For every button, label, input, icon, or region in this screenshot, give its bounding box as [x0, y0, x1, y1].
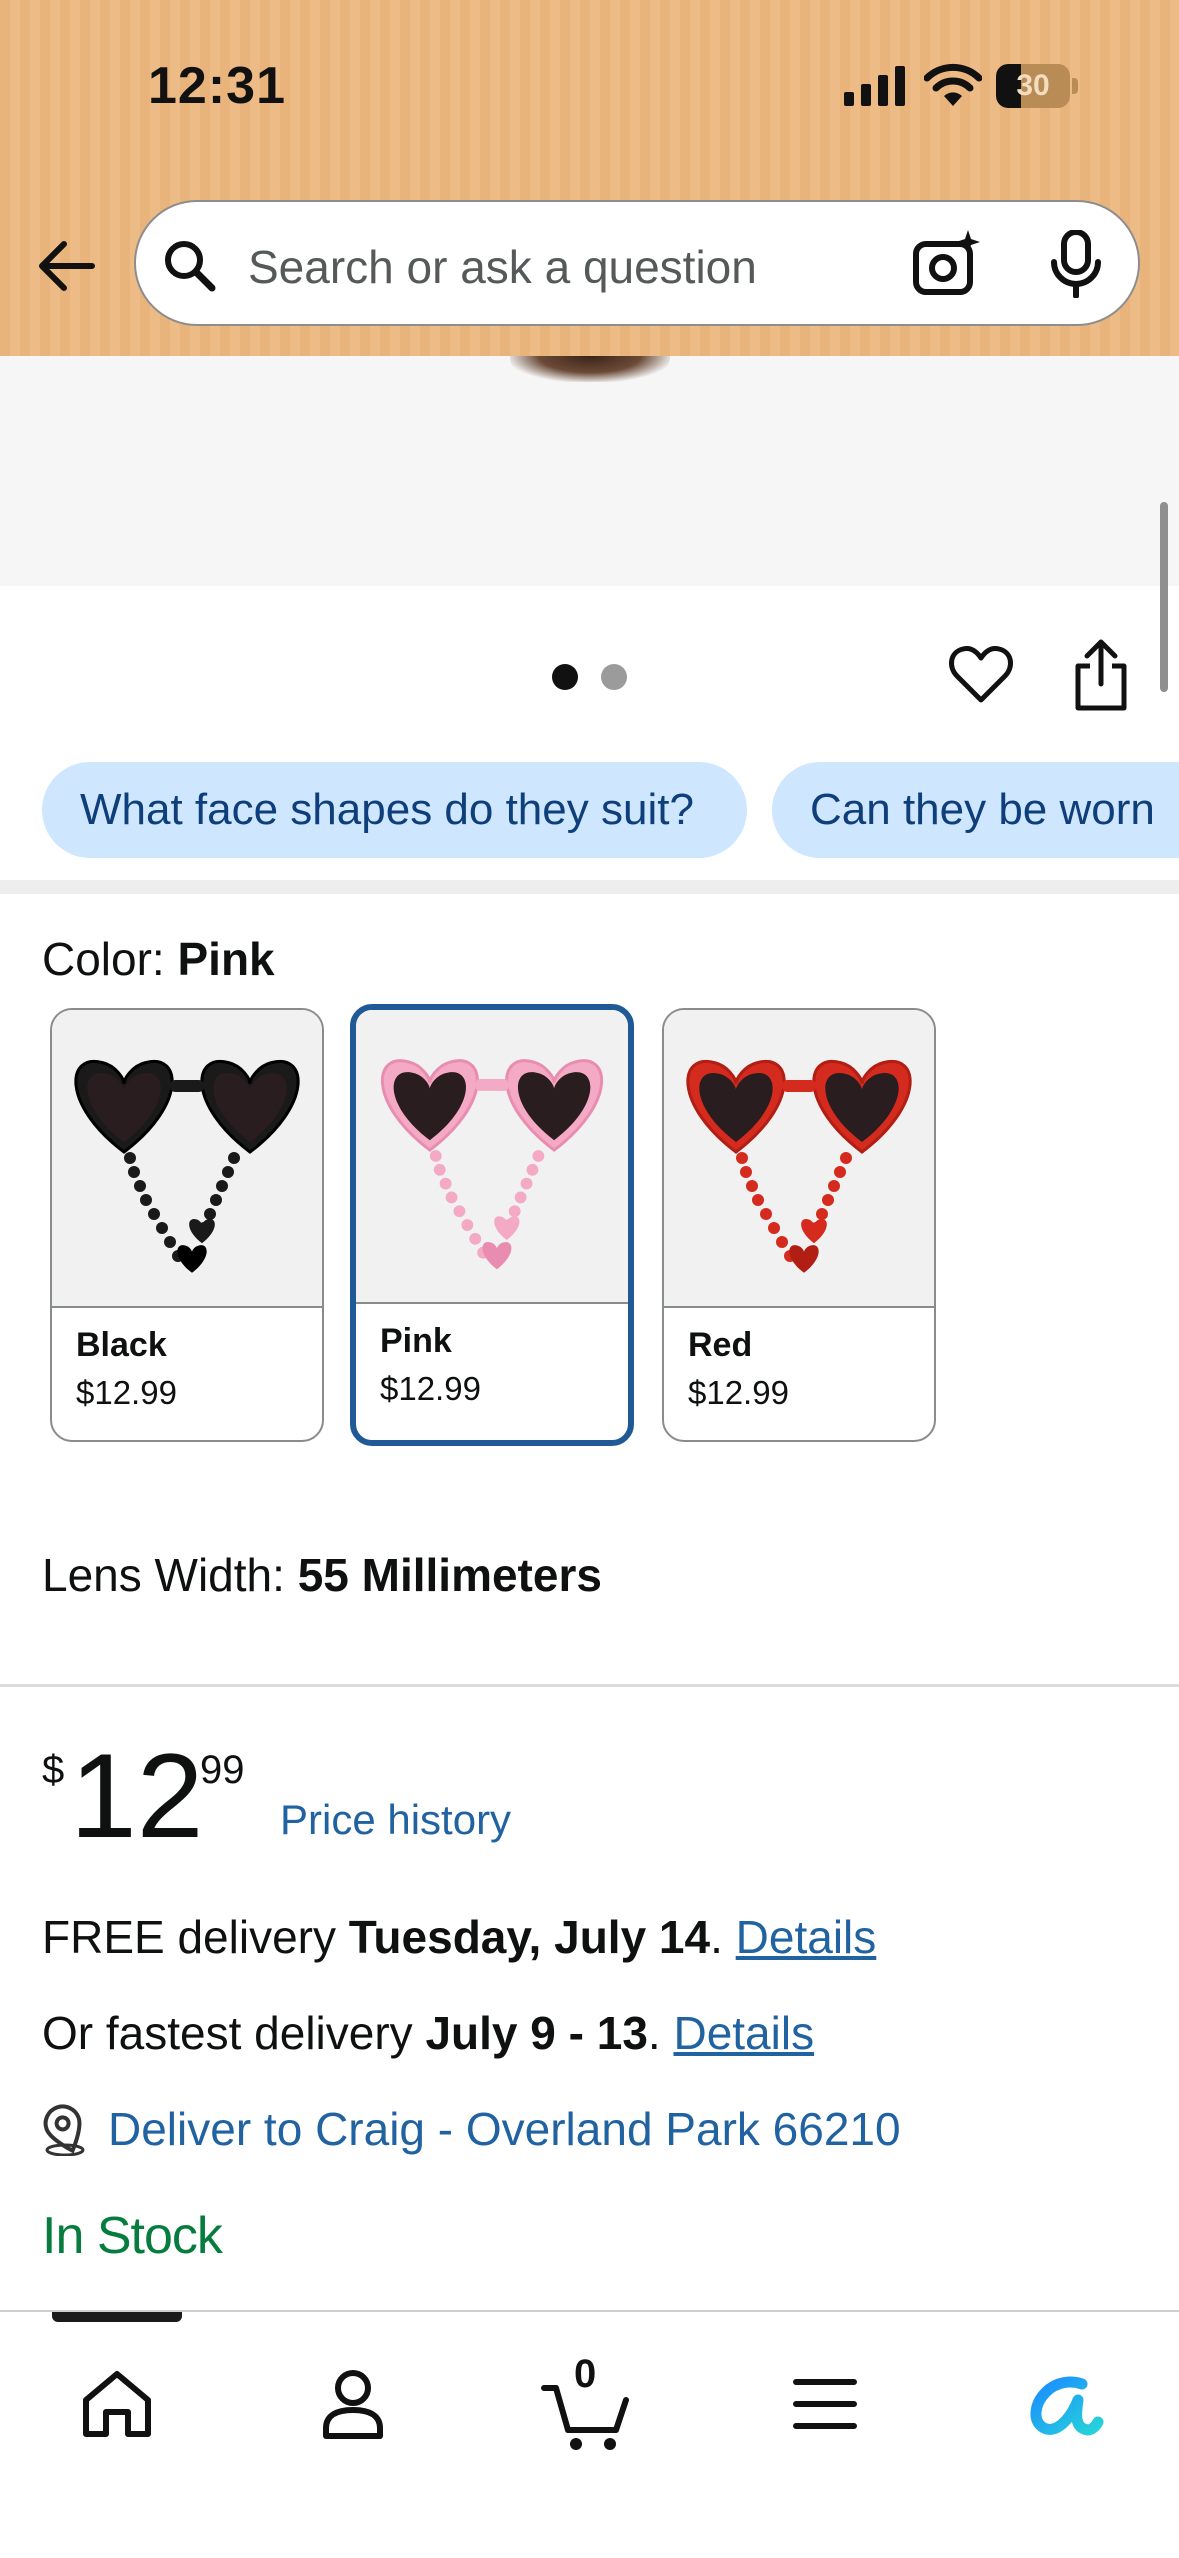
search-icon [165, 241, 216, 292]
swatch-image-black [52, 1010, 322, 1308]
product-image-gallery[interactable] [0, 356, 1179, 586]
lens-width-value: 55 Millimeters [297, 1549, 602, 1601]
tab-home[interactable] [62, 2348, 172, 2458]
period: . [710, 1911, 723, 1963]
heart-sunglasses-red-image [686, 1059, 912, 1273]
tab-cart[interactable]: 0 [534, 2348, 644, 2458]
rufus-assistant-icon [1030, 2376, 1104, 2436]
free-delivery-text: FREE delivery [42, 1911, 349, 1963]
price-whole: 12 [70, 1729, 204, 1863]
selected-color: Pink [177, 933, 275, 985]
swatch-price: $12.99 [688, 1374, 789, 1411]
color-label-prefix: Color: [42, 933, 178, 985]
free-delivery-line: FREE delivery Tuesday, July 14. Details [42, 1910, 876, 1964]
microphone-icon[interactable] [1048, 230, 1104, 298]
period: . [647, 2007, 661, 2059]
bottom-tab-bar: 0 [0, 2310, 1179, 2558]
color-swatch-red[interactable]: Red $12.99 [662, 1008, 936, 1442]
fastest-delivery-text: Or fastest delivery [42, 2007, 426, 2059]
status-time: 12:31 [148, 57, 286, 115]
swatch-name: Black [76, 1326, 167, 1364]
fastest-delivery-details-link[interactable]: Details [673, 2007, 814, 2059]
person-icon [323, 2370, 383, 2439]
product-image-edge [510, 356, 670, 382]
free-delivery-date: Tuesday, July 14 [348, 1911, 711, 1963]
heart-sunglasses-black-image [74, 1059, 300, 1273]
gallery-dot-2[interactable] [601, 664, 627, 690]
tab-menu[interactable] [770, 2348, 880, 2458]
camera-lens-icon[interactable] [912, 228, 982, 298]
active-tab-indicator [52, 2312, 182, 2322]
scrollbar[interactable] [1160, 502, 1168, 692]
location-pin-icon [43, 2104, 85, 2156]
color-swatch-pink[interactable]: Pink $12.99 [350, 1004, 634, 1446]
price-currency: $ [42, 1748, 65, 1792]
heart-icon[interactable] [948, 642, 1014, 708]
swatch-price: $12.99 [380, 1370, 481, 1407]
search-input[interactable]: Search or ask a question [134, 200, 1140, 326]
fastest-delivery-date: July 9 - 13 [425, 2007, 648, 2059]
price-history-link[interactable]: Price history [280, 1796, 511, 1844]
heart-sunglasses-pink-image [380, 1059, 604, 1270]
search-placeholder: Search or ask a question [248, 241, 757, 293]
stock-status: In Stock [42, 2207, 223, 2265]
tab-account[interactable] [298, 2348, 408, 2458]
price-fraction: 99 [200, 1748, 245, 1792]
section-divider [0, 1684, 1179, 1687]
swatch-name: Red [688, 1326, 753, 1364]
delivery-details-link[interactable]: Details [736, 1911, 877, 1963]
fastest-delivery-line: Or fastest delivery July 9 - 13. Details [42, 2006, 814, 2060]
battery-level: 30 [1016, 69, 1050, 102]
swatch-price: $12.99 [76, 1374, 177, 1411]
share-icon[interactable] [1072, 636, 1130, 712]
lens-width: Lens Width: 55 Millimeters [42, 1548, 602, 1602]
deliver-to-location-link[interactable]: Deliver to Craig - Overland Park 66210 [108, 2102, 901, 2156]
wifi-icon [924, 63, 982, 106]
gallery-dot-1[interactable] [552, 664, 578, 690]
lens-width-label: Lens Width: [42, 1549, 298, 1601]
tab-rufus[interactable] [1004, 2348, 1114, 2458]
swatch-image-pink [356, 1010, 628, 1304]
question-chip-face-shapes[interactable]: What face shapes do they suit? [42, 762, 747, 858]
header-bar: 12:31 30 Search or ask a question [0, 0, 1179, 356]
menu-icon [793, 2379, 857, 2429]
back-arrow-icon[interactable] [30, 228, 106, 304]
cart-count: 0 [574, 2352, 597, 2396]
home-icon [83, 2371, 151, 2437]
color-swatch-black[interactable]: Black $12.99 [50, 1008, 324, 1442]
swatch-image-red [664, 1010, 934, 1308]
question-chip-can-they-be-worn[interactable]: Can they be worn [772, 762, 1179, 858]
battery-icon: 30 [996, 64, 1078, 108]
section-divider [0, 880, 1179, 894]
color-label: Color: Pink [42, 932, 275, 986]
cellular-signal-icon [844, 66, 905, 106]
swatch-name: Pink [380, 1322, 452, 1360]
